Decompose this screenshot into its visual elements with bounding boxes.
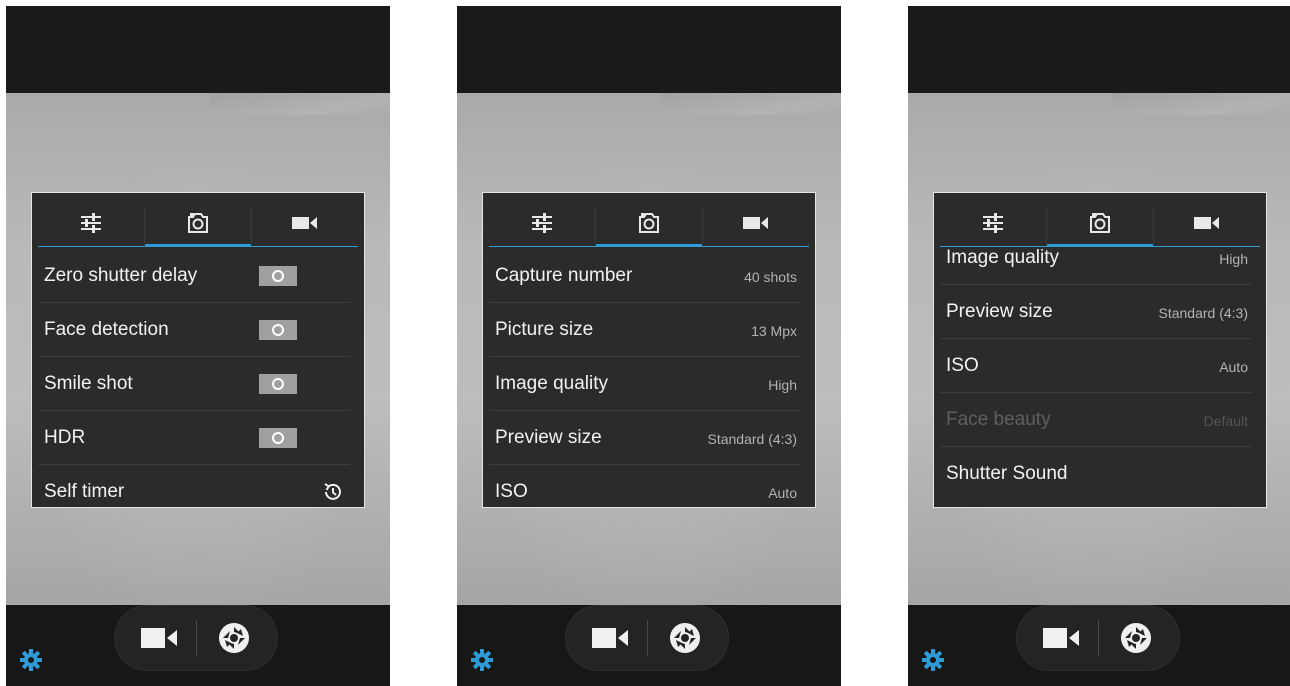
tab-camera-settings[interactable] (1047, 201, 1153, 247)
gear-icon[interactable] (471, 649, 493, 671)
setting-label: Preview size (495, 427, 602, 448)
shutter-button[interactable] (660, 620, 710, 656)
video-camera-icon (292, 217, 317, 229)
gear-icon[interactable] (922, 649, 944, 671)
camera-icon (188, 213, 208, 233)
tab-general-settings[interactable] (38, 201, 144, 245)
toggle-switch[interactable] (259, 320, 297, 340)
setting-label: Shutter Sound (946, 463, 1068, 484)
sliders-icon (532, 213, 552, 233)
setting-value: Auto (1219, 359, 1248, 375)
aperture-shutter-icon (219, 623, 249, 653)
setting-label: Face detection (44, 319, 169, 340)
setting-value: Default (1203, 413, 1248, 429)
list-item: Face beauty Default (940, 393, 1252, 447)
list-item[interactable]: HDR (38, 411, 350, 465)
settings-tabs (489, 201, 809, 247)
mode-switcher (566, 606, 728, 670)
setting-label: Zero shutter delay (44, 265, 198, 286)
video-camera-icon (1194, 217, 1219, 229)
setting-value: 40 shots (744, 269, 797, 285)
settings-tabs (38, 201, 358, 247)
list-item[interactable]: Picture size 13 Mpx (489, 303, 801, 357)
setting-value: High (768, 377, 797, 393)
tab-general-settings[interactable] (489, 201, 595, 245)
video-camera-icon (592, 628, 628, 648)
setting-value: Standard (4:3) (707, 431, 798, 447)
toggle-switch[interactable] (259, 266, 297, 286)
list-item[interactable]: Self timer (38, 465, 350, 507)
setting-label: ISO (495, 481, 528, 502)
tab-video-settings[interactable] (1154, 201, 1260, 245)
settings-list: Image quality High Preview size Standard… (940, 241, 1252, 499)
timer-icon (324, 483, 341, 500)
video-camera-icon (743, 217, 768, 229)
aperture-shutter-icon (670, 623, 700, 653)
camera-icon (1090, 213, 1110, 233)
list-item[interactable]: Shutter Sound (940, 447, 1252, 499)
list-item[interactable]: Preview size Standard (4:3) (489, 411, 801, 465)
setting-label: Face beauty (946, 409, 1051, 430)
setting-value: 13 Mpx (751, 323, 797, 339)
list-item[interactable]: Zero shutter delay (38, 249, 350, 303)
setting-label: Self timer (44, 481, 125, 502)
aperture-shutter-icon (1121, 623, 1151, 653)
tab-camera-settings[interactable] (145, 201, 251, 247)
settings-list: Zero shutter delay Face detection Smile … (38, 249, 350, 507)
setting-label: Capture number (495, 265, 633, 286)
list-item[interactable]: ISO Auto (940, 339, 1252, 393)
toggle-switch[interactable] (259, 428, 297, 448)
shutter-button[interactable] (209, 620, 259, 656)
camera-settings-panel: Zero shutter delay Face detection Smile … (31, 192, 365, 508)
status-bar (6, 6, 390, 93)
setting-value: High (1219, 251, 1248, 267)
setting-value: Auto (768, 485, 797, 501)
sliders-icon (983, 213, 1003, 233)
status-bar (457, 6, 841, 93)
shutter-button[interactable] (1111, 620, 1161, 656)
video-camera-icon (141, 628, 177, 648)
list-item[interactable]: ISO Auto (489, 465, 801, 507)
setting-label: Picture size (495, 319, 594, 340)
tab-camera-settings[interactable] (596, 201, 702, 247)
camera-settings-panel: Image quality High Preview size Standard… (933, 192, 1267, 508)
list-item[interactable]: Preview size Standard (4:3) (940, 285, 1252, 339)
settings-list: Capture number 40 shots Picture size 13 … (489, 249, 801, 507)
sliders-icon (81, 213, 101, 233)
video-camera-icon (1043, 628, 1079, 648)
list-item[interactable]: Face detection (38, 303, 350, 357)
status-bar (908, 6, 1290, 93)
mode-switcher (115, 606, 277, 670)
phone-screen-2: Capture number 40 shots Picture size 13 … (457, 6, 841, 686)
setting-label: ISO (946, 355, 979, 376)
camera-icon (639, 213, 659, 233)
list-item[interactable]: Smile shot (38, 357, 350, 411)
list-item[interactable]: Capture number 40 shots (489, 249, 801, 303)
setting-label: Preview size (946, 301, 1053, 322)
toggle-switch[interactable] (259, 374, 297, 394)
video-mode-button[interactable] (1037, 620, 1087, 656)
setting-value: Standard (4:3) (1158, 305, 1249, 321)
tab-general-settings[interactable] (940, 201, 1046, 245)
setting-label: Image quality (946, 247, 1060, 268)
video-mode-button[interactable] (135, 620, 185, 656)
gear-icon[interactable] (20, 649, 42, 671)
list-item[interactable]: Image quality High (940, 241, 1252, 285)
phone-screen-1: Zero shutter delay Face detection Smile … (6, 6, 390, 686)
setting-label: Image quality (495, 373, 609, 394)
camera-settings-panel: Capture number 40 shots Picture size 13 … (482, 192, 816, 508)
phone-screen-3: Image quality High Preview size Standard… (908, 6, 1290, 686)
tab-video-settings[interactable] (703, 201, 809, 245)
setting-label: HDR (44, 427, 86, 448)
setting-label: Smile shot (44, 373, 133, 394)
list-item[interactable]: Image quality High (489, 357, 801, 411)
video-mode-button[interactable] (586, 620, 636, 656)
mode-switcher (1017, 606, 1179, 670)
tab-video-settings[interactable] (252, 201, 358, 245)
